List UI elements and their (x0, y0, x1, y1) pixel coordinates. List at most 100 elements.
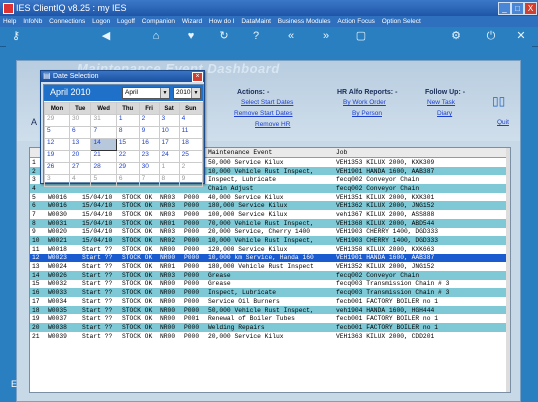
calendar-day[interactable]: 7 (138, 174, 160, 187)
calendar-day[interactable]: 29 (44, 114, 70, 127)
menu-business-modules[interactable]: Business Modules (278, 18, 331, 25)
year-select[interactable]: 2010 ▼ (173, 87, 201, 99)
calendar-day-selected[interactable]: 14 (90, 138, 117, 151)
menu-logoff[interactable]: Logoff (117, 18, 135, 25)
calendar-day[interactable]: 11 (178, 126, 204, 139)
col-maintenance-event[interactable]: Maintenance Event (206, 148, 334, 158)
table-row[interactable]: 13 W0024 Start ?? STOCK OK NR01 P000 180,000 V… (30, 262, 510, 271)
table-row[interactable]: 14 W0026 Start ?? STOCK OK NR03 P000 Grease fec… (30, 270, 510, 280)
calendar-day[interactable]: 1 (115, 114, 140, 127)
calendar-day[interactable]: 21 (90, 150, 117, 163)
calendar-day[interactable]: 18 (178, 138, 204, 151)
calendar-day[interactable]: 9 (178, 174, 204, 187)
calendar-day[interactable]: 6 (68, 126, 92, 139)
calendar-day[interactable]: 1 (158, 162, 180, 175)
help-icon[interactable]: ? (250, 30, 262, 42)
home-icon[interactable]: ⌂ (150, 30, 162, 42)
calendar-day[interactable]: 26 (44, 162, 70, 175)
menu-logon[interactable]: Logon (92, 18, 110, 25)
menu-infonb[interactable]: InfoNb (23, 18, 42, 25)
maximize-button[interactable]: □ (511, 2, 524, 15)
table-row[interactable]: 7 W0030 15/04/10 STOCK OK NR03 P000 100,000 Se… (30, 210, 510, 219)
new-task-link[interactable]: New Task (427, 99, 455, 106)
calendar-day[interactable]: 16 (138, 138, 160, 151)
menu-option-select[interactable]: Option Select (382, 18, 421, 25)
calendar-day[interactable]: 15 (115, 138, 140, 151)
calendar-day[interactable]: 7 (90, 126, 117, 139)
calendar-day[interactable]: 5 (90, 174, 117, 187)
select-start-dates-link[interactable]: Select Start Dates (241, 99, 293, 106)
calendar-day[interactable]: 24 (158, 150, 180, 163)
settings-icon[interactable]: ⚙ (450, 30, 462, 42)
forward-icon[interactable]: » (320, 30, 332, 42)
calendar-day[interactable]: 27 (68, 162, 92, 175)
menu-wizard[interactable]: Wizard (182, 18, 202, 25)
calendar-day[interactable]: 19 (44, 150, 70, 163)
col-job[interactable]: Job (334, 148, 510, 158)
window-icon[interactable]: ▢ (355, 30, 367, 42)
menu-companion[interactable]: Companion (142, 18, 175, 25)
calendar-day[interactable]: 6 (115, 174, 140, 187)
table-row[interactable]: 17 W0034 Start ?? STOCK OK NR00 P000 Service O… (30, 297, 510, 306)
refresh-icon[interactable]: ↻ (218, 30, 230, 42)
calendar-day[interactable]: 17 (158, 138, 180, 151)
calendar-day[interactable]: 12 (44, 138, 70, 151)
table-row[interactable]: 5 W0016 15/04/10 STOCK OK NR03 P000 40,000 Ser… (30, 193, 510, 202)
exit-icon[interactable]: ✕ (515, 30, 527, 42)
calendar-day[interactable]: 25 (178, 150, 204, 163)
calendar-day[interactable]: 30 (138, 162, 160, 175)
quit-link[interactable]: Quit (497, 119, 509, 126)
menu-datamaint[interactable]: DataMaint (241, 18, 271, 25)
calendar-day[interactable]: 3 (158, 114, 180, 127)
calendar-day[interactable]: 23 (138, 150, 160, 163)
table-row[interactable]: 18 W0035 Start ?? STOCK OK NR00 P000 50,000 Ve… (30, 305, 510, 315)
calendar-day[interactable]: 31 (90, 114, 117, 127)
by-work-order-link[interactable]: By Work Order (343, 99, 386, 106)
calendar-day[interactable]: 4 (178, 114, 204, 127)
calendar-day[interactable]: 2 (138, 114, 160, 127)
menu-how-do-i[interactable]: How do I (209, 18, 235, 25)
menu-connections[interactable]: Connections (49, 18, 85, 25)
calendar-day[interactable]: 22 (115, 150, 140, 163)
calendar-day[interactable]: 28 (90, 162, 117, 175)
calendar-day[interactable]: 4 (68, 174, 92, 187)
table-row[interactable]: 16 W0033 Start ?? STOCK OK NR00 P000 Inspect, … (30, 288, 510, 297)
table-row[interactable]: 9 W0020 15/04/10 STOCK OK NR03 P000 20,000 Ser… (30, 228, 510, 237)
by-person-link[interactable]: By Person (352, 110, 382, 117)
dialog-close-button[interactable]: × (192, 72, 203, 82)
remove-start-dates-link[interactable]: Remove Start Dates (234, 110, 293, 117)
table-row[interactable]: 10 W0021 15/04/10 STOCK OK NR02 P000 10,000 Ve… (30, 236, 510, 245)
grid-scrollbar[interactable] (506, 148, 510, 392)
calendar-day[interactable]: 13 (68, 138, 92, 151)
calendar-day[interactable]: 30 (68, 114, 92, 127)
calendar-day[interactable]: 5 (44, 126, 70, 139)
heart-icon[interactable]: ♥ (185, 30, 197, 42)
calendar-day[interactable]: 3 (44, 174, 70, 187)
month-select[interactable]: April ▼ (122, 87, 170, 99)
power-icon[interactable]: ⏻ (485, 30, 497, 42)
table-row[interactable]: 15 W0032 Start ?? STOCK OK NR00 P000 Grease fec… (30, 280, 510, 289)
menu-help[interactable]: Help (3, 18, 16, 25)
minimize-button[interactable]: _ (498, 2, 511, 15)
table-row[interactable]: 21 W0039 Start ?? STOCK OK NR00 P000 20,000 Se… (30, 332, 510, 341)
table-row[interactable]: 11 W0018 Start ?? STOCK OK NR00 P000 120,000 S… (30, 245, 510, 254)
calendar-day[interactable]: 20 (68, 150, 92, 163)
rewind-icon[interactable]: « (285, 30, 297, 42)
table-row[interactable]: 6 W0016 15/04/10 STOCK OK NR03 P000 180,000 Se… (30, 201, 510, 211)
remove-hr-link[interactable]: Remove HR (255, 121, 290, 128)
table-row[interactable]: 12 W0023 Start ?? STOCK OK NR00 P000 10,000 km… (30, 253, 510, 263)
calendar-day[interactable]: 9 (138, 126, 160, 139)
key-icon[interactable]: ⚷ (10, 30, 22, 42)
calendar-day[interactable]: 2 (178, 162, 204, 175)
table-row[interactable]: 19 W0037 Start ?? STOCK OK NR00 P001 Renewal o… (30, 314, 510, 323)
calendar-day[interactable]: 10 (158, 126, 180, 139)
table-row[interactable]: 8 W0031 15/04/10 STOCK OK NR01 P000 70,000 Veh… (30, 218, 510, 228)
calendar-day[interactable]: 8 (158, 174, 180, 187)
calendar-day[interactable]: 8 (115, 126, 140, 139)
table-row[interactable]: 20 W0038 Start ?? STOCK OK NR00 P000 Welding R… (30, 323, 510, 332)
menu-action-focus[interactable]: Action Focus (337, 18, 375, 25)
calendar-day[interactable]: 29 (115, 162, 140, 175)
close-button[interactable]: X (524, 2, 537, 15)
diary-link[interactable]: Diary (437, 110, 452, 117)
back-icon[interactable]: ◀ (100, 30, 112, 42)
